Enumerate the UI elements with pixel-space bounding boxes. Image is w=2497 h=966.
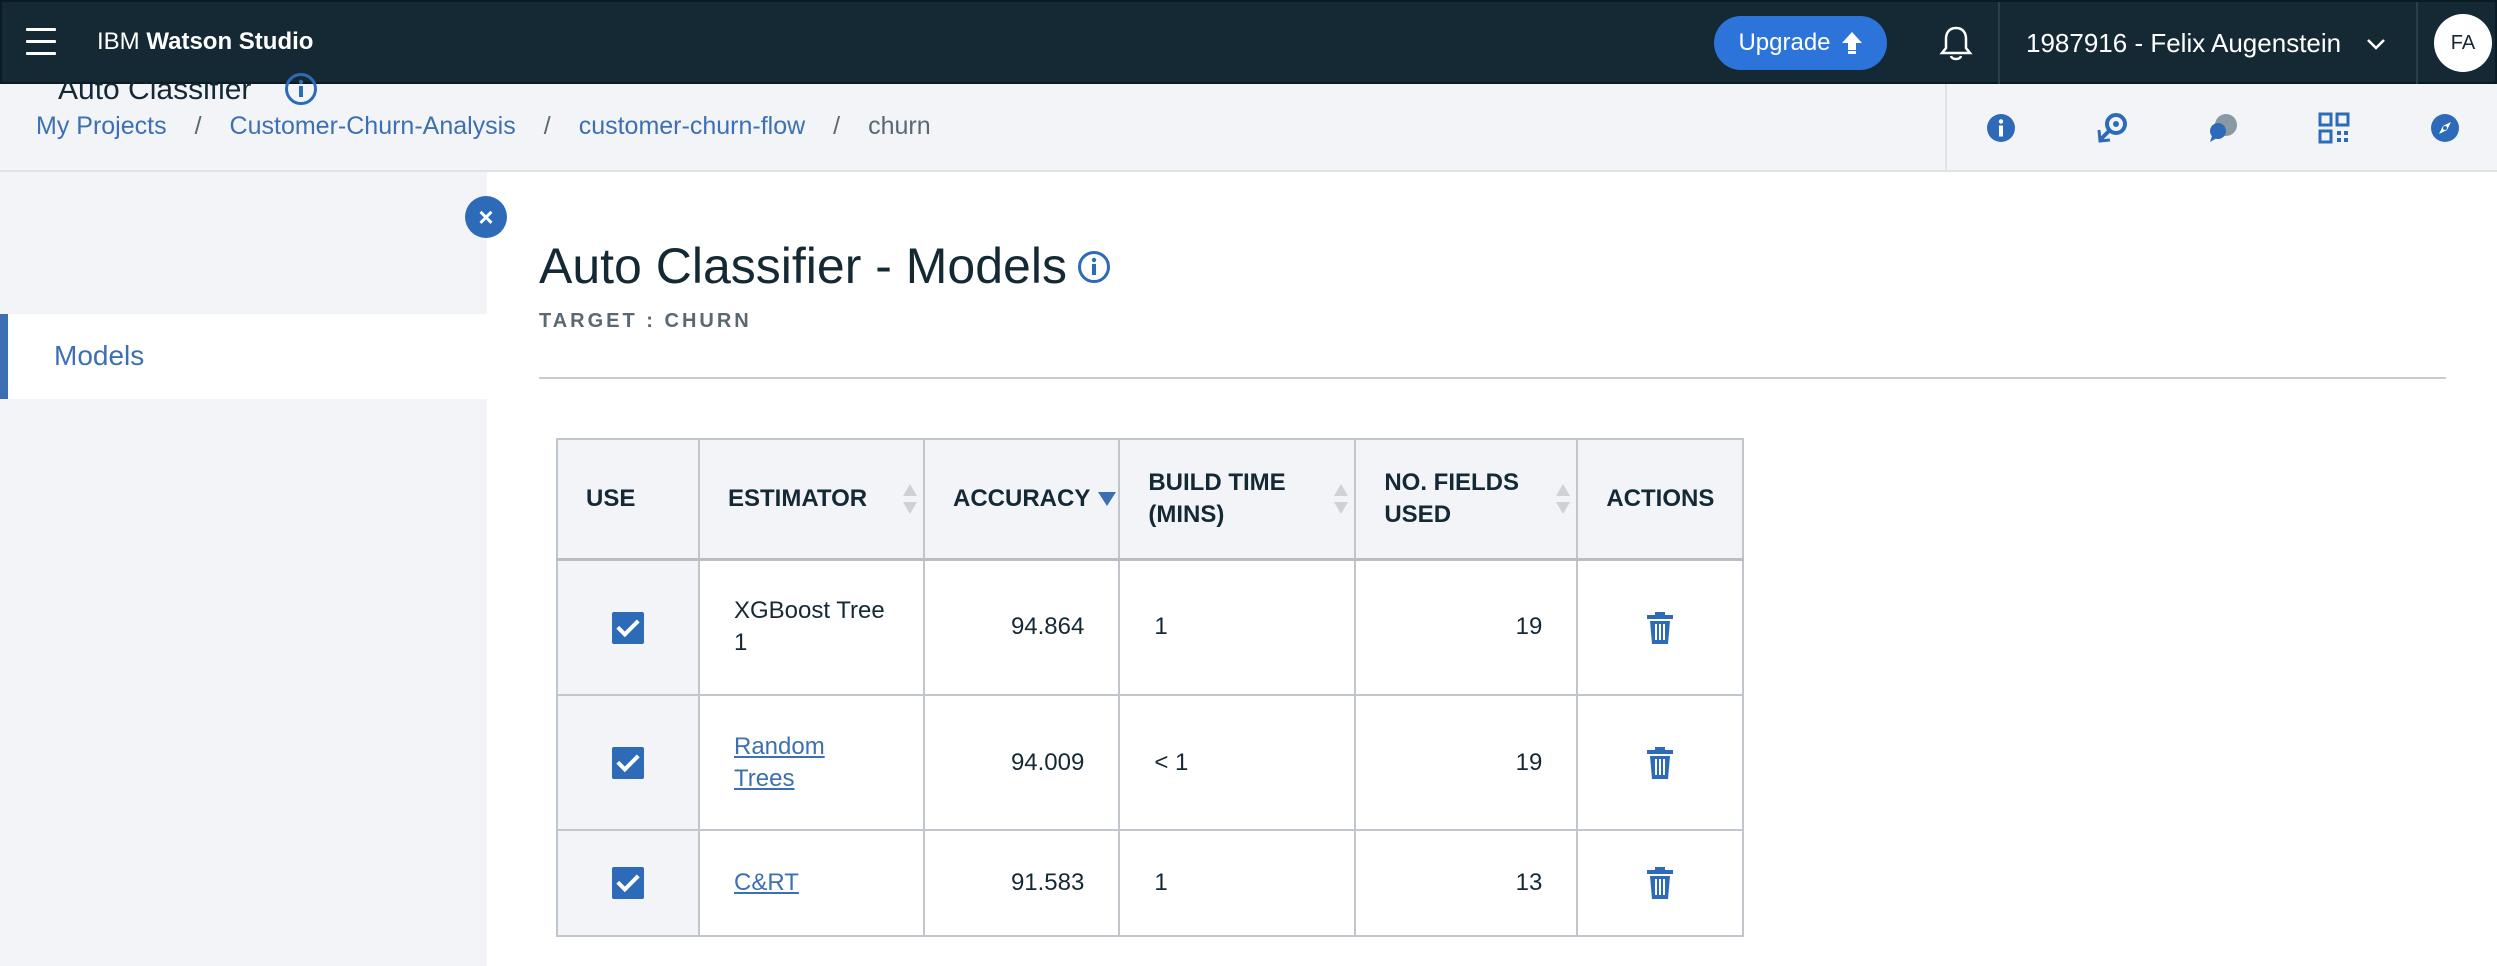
header-label: USE (586, 484, 636, 512)
fields-used-cell: 13 (1354, 829, 1579, 937)
grid-icon[interactable] (2314, 108, 2354, 148)
breadcrumb-separator: / (833, 112, 841, 140)
info-outline-icon[interactable] (284, 72, 318, 106)
use-cell (556, 694, 700, 831)
breadcrumb-separator: / (194, 112, 202, 140)
breadcrumb-flow[interactable]: customer-churn-flow (579, 112, 805, 141)
breadcrumb-project[interactable]: Customer-Churn-Analysis (230, 112, 516, 141)
breadcrumb: My Projects / Customer-Churn-Analysis / … (36, 112, 931, 141)
side-panel: Models (0, 172, 487, 966)
sidebar-item-models[interactable]: Models (0, 314, 487, 399)
breadcrumb-my-projects[interactable]: My Projects (36, 112, 167, 141)
search-history-icon[interactable] (2093, 108, 2133, 148)
topbar-divider (2416, 2, 2418, 86)
estimator-cell: C&RT (698, 829, 925, 937)
column-header-actions: ACTIONS (1576, 438, 1745, 561)
target-label: TARGET : CHURN (539, 310, 752, 332)
brand-name: Watson Studio (146, 28, 314, 55)
estimator-link[interactable]: Trees (734, 765, 794, 792)
accuracy-cell: 94.009 (922, 694, 1121, 831)
column-header-build-time[interactable]: BUILD TIME (MINS) (1118, 438, 1357, 561)
sidebar-title: Auto Classifier (58, 73, 252, 106)
chat-icon[interactable] (2204, 108, 2244, 148)
accuracy-cell: 94.864 (922, 558, 1121, 696)
app-brand: IBM Watson Studio (97, 28, 313, 56)
header-label: ACTIONS (1606, 484, 1715, 512)
table-row: XGBoost Tree 1 94.864 1 19 (556, 558, 1745, 696)
use-checkbox[interactable] (612, 746, 644, 779)
breadcrumb-separator: / (543, 112, 551, 140)
sort-arrows-icon[interactable] (1334, 483, 1349, 514)
column-header-use: USE (556, 438, 700, 561)
fields-used-cell: 19 (1354, 558, 1579, 696)
fields-used-cell: 19 (1354, 694, 1579, 831)
header-label: BUILD TIME (1148, 468, 1286, 496)
estimator-cell: Random Trees (698, 694, 925, 831)
trash-icon[interactable] (1647, 611, 1674, 644)
header-label: ESTIMATOR (728, 484, 868, 512)
account-switcher[interactable]: 1987916 - Felix Augenstein (2026, 28, 2341, 59)
build-time-cell: < 1 (1118, 694, 1357, 831)
table-row: Random Trees 94.009 < 1 19 (556, 694, 1745, 831)
sort-arrows-icon[interactable] (903, 483, 917, 514)
column-header-fields-used[interactable]: NO. FIELDS USED (1354, 438, 1579, 561)
user-avatar[interactable]: FA (2434, 14, 2492, 72)
upgrade-label: Upgrade (1738, 29, 1831, 56)
estimator-name: 1 (734, 629, 748, 657)
sort-descending-icon[interactable] (1098, 491, 1117, 506)
hamburger-menu-icon[interactable] (26, 28, 56, 56)
table-header-row: USE ESTIMATOR ACCURACY BUILD TIME (MINS) … (556, 438, 1745, 561)
chevron-down-icon[interactable] (2364, 32, 2388, 56)
accuracy-cell: 91.583 (922, 829, 1121, 937)
use-checkbox[interactable] (612, 611, 644, 644)
upload-arrow-icon (1841, 32, 1862, 54)
trash-icon[interactable] (1647, 867, 1674, 900)
use-cell (556, 558, 700, 696)
build-time-cell: 1 (1118, 558, 1357, 696)
column-header-accuracy[interactable]: ACCURACY (922, 438, 1121, 561)
build-time-cell: 1 (1118, 829, 1357, 937)
actions-cell (1576, 694, 1745, 831)
upgrade-button[interactable]: Upgrade (1714, 16, 1887, 70)
top-navigation-bar: IBM Watson Studio Upgrade 1987916 - Feli… (0, 0, 2497, 86)
info-icon[interactable] (1981, 108, 2021, 148)
estimator-name: XGBoost Tree (734, 597, 885, 625)
close-panel-button[interactable]: × (465, 196, 507, 238)
header-label: ACCURACY (953, 484, 1091, 512)
table-row: C&RT 91.583 1 13 (556, 829, 1745, 937)
brand-prefix: IBM (97, 28, 147, 55)
header-label: NO. FIELDS (1384, 468, 1520, 496)
topbar-divider (1998, 2, 2000, 86)
estimator-link[interactable]: C&RT (734, 869, 799, 896)
trash-icon[interactable] (1647, 746, 1674, 779)
estimator-link[interactable]: Random (734, 733, 825, 760)
use-checkbox[interactable] (612, 867, 644, 900)
sort-arrows-icon[interactable] (1556, 483, 1571, 514)
models-table: USE ESTIMATOR ACCURACY BUILD TIME (MINS) … (556, 438, 1745, 937)
header-label: (MINS) (1148, 500, 1225, 528)
header-label: USED (1384, 500, 1452, 528)
column-header-estimator[interactable]: ESTIMATOR (698, 438, 925, 561)
use-cell (556, 829, 700, 937)
actions-cell (1576, 558, 1745, 696)
info-outline-icon[interactable] (1077, 250, 1111, 284)
section-divider (539, 377, 2446, 379)
sidebar-item-label: Models (54, 340, 145, 371)
notification-bell-icon[interactable] (1938, 24, 1974, 64)
page-title: Auto Classifier - Models (539, 238, 1067, 294)
actions-cell (1576, 829, 1745, 937)
toolbar-divider (1945, 84, 1947, 172)
estimator-cell: XGBoost Tree 1 (698, 558, 925, 696)
compass-icon[interactable] (2425, 108, 2465, 148)
breadcrumb-current: churn (868, 112, 931, 140)
